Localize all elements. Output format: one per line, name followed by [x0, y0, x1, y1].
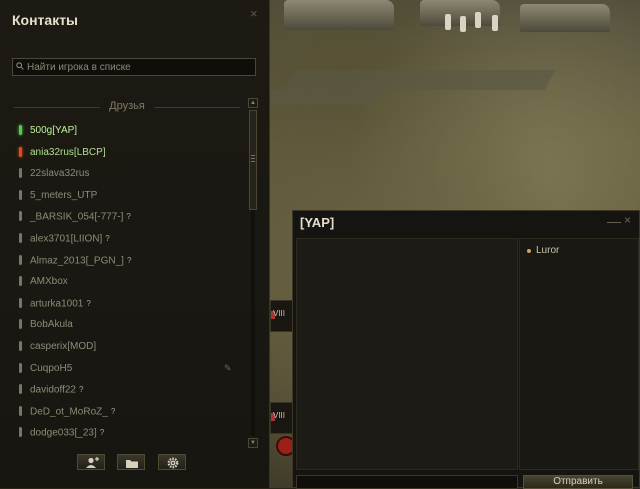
friend-name: 5_meters_UTP	[30, 189, 98, 201]
contacts-title: Контакты	[12, 12, 79, 28]
friend-name: ania32rus[LBCP]	[30, 146, 106, 158]
soldier-figure	[445, 14, 451, 30]
chat-window: [YAP] — × Luror Отправить	[292, 210, 640, 489]
status-indicator-icon	[19, 189, 22, 200]
friend-item[interactable]: dodge033[_23]?	[14, 422, 246, 440]
search-field[interactable]	[12, 58, 256, 76]
friend-name: dodge033[_23]?	[30, 422, 104, 440]
add-contact-icon	[86, 457, 99, 468]
scroll-thumb[interactable]	[249, 110, 257, 210]
pending-request-icon: ?	[110, 406, 116, 416]
friend-item[interactable]: arturka1001?	[14, 293, 246, 315]
status-indicator-icon	[19, 254, 22, 265]
friend-name: Almaz_2013[_PGN_]?	[30, 250, 131, 272]
status-indicator-icon	[19, 168, 22, 179]
soldier-figure	[475, 12, 481, 28]
friend-item[interactable]: CuqpoH5 ✎	[14, 358, 246, 380]
pending-request-icon: ?	[78, 385, 84, 395]
scroll-up-button[interactable]: ▲	[248, 98, 258, 108]
friend-item[interactable]: alex3701[LIION]?	[14, 228, 246, 250]
pending-request-icon: ?	[126, 255, 132, 265]
soldier-figure	[460, 16, 466, 32]
status-indicator-icon	[19, 340, 22, 351]
member-name[interactable]: Luror	[536, 245, 559, 256]
gear-icon	[167, 457, 179, 469]
friend-item[interactable]: AMXbox	[14, 271, 246, 293]
friend-item[interactable]: DeD_ot_MoRoZ_?	[14, 401, 246, 423]
friend-name: arturka1001?	[30, 293, 91, 315]
search-input[interactable]	[27, 60, 253, 74]
friend-name: alex3701[LIION]?	[30, 228, 110, 250]
pending-request-icon: ?	[105, 233, 110, 243]
friend-list: 500g[YAP] ania32rus[LBCP] 22slava32rus 5_me…	[14, 120, 246, 440]
terrain-road	[284, 70, 556, 90]
chat-member-list: Luror	[519, 238, 639, 470]
add-contact-button[interactable]	[77, 454, 105, 470]
pending-request-icon: ?	[99, 428, 105, 438]
status-indicator-icon	[19, 297, 22, 308]
friend-name: _BARSIK_054[-777-]?	[30, 206, 131, 228]
friend-item[interactable]: Almaz_2013[_PGN_]?	[14, 250, 246, 272]
friend-name: BobAkula	[30, 319, 73, 331]
friend-name: davidoff22?	[30, 379, 83, 401]
chat-message-area[interactable]	[296, 238, 518, 470]
close-icon[interactable]: ×	[624, 213, 634, 227]
divider	[154, 107, 240, 108]
friend-item[interactable]: 22slava32rus	[14, 163, 246, 185]
friend-item[interactable]: 500g[YAP]	[14, 120, 246, 142]
chat-input[interactable]	[296, 475, 518, 489]
tank-silhouette	[520, 4, 610, 32]
scroll-down-button[interactable]: ▼	[248, 438, 258, 448]
status-indicator-icon	[19, 211, 22, 222]
status-indicator-icon	[19, 146, 22, 157]
friend-item[interactable]: ania32rus[LBCP]	[14, 142, 246, 164]
member-status-icon	[527, 249, 531, 253]
friends-group-header[interactable]: Друзья	[14, 100, 240, 114]
friend-item[interactable]: BobAkula	[14, 314, 246, 336]
friend-item[interactable]: davidoff22?	[14, 379, 246, 401]
friend-name: AMXbox	[30, 276, 68, 288]
pending-request-icon: ?	[126, 212, 131, 222]
friend-name: casperix[MOD]	[30, 340, 97, 352]
soldier-figure	[492, 15, 498, 31]
chat-title: [YAP]	[300, 215, 335, 230]
status-indicator-icon	[19, 319, 22, 330]
status-indicator-icon	[19, 276, 22, 287]
friend-item[interactable]: _BARSIK_054[-777-]?	[14, 206, 246, 228]
note-icon[interactable]: ✎	[224, 358, 232, 380]
friend-name: CuqpoH5	[30, 362, 73, 374]
status-indicator-icon	[19, 384, 22, 395]
terrain-road	[256, 90, 384, 104]
friend-item[interactable]: 5_meters_UTP	[14, 185, 246, 207]
status-indicator-icon	[19, 125, 22, 135]
status-indicator-icon	[19, 405, 22, 416]
friend-name: 500g[YAP]	[30, 125, 78, 136]
status-indicator-icon	[19, 427, 22, 438]
friend-name: DeD_ot_MoRoZ_?	[30, 401, 115, 423]
folder-icon	[126, 460, 138, 468]
status-indicator-icon	[19, 232, 22, 243]
add-group-button[interactable]	[117, 454, 145, 470]
send-button[interactable]: Отправить	[523, 475, 633, 489]
contacts-panel: Контакты × Друзья 500g[YAP] ania32rus[LBC…	[0, 0, 270, 488]
friend-item[interactable]: casperix[MOD]	[14, 336, 246, 358]
minimize-icon[interactable]: —	[607, 213, 621, 229]
group-label: Друзья	[109, 100, 145, 112]
friend-name: 22slava32rus	[30, 168, 90, 180]
status-indicator-icon	[19, 362, 22, 373]
scrollbar[interactable]: ▲ ▼	[248, 98, 258, 450]
settings-button[interactable]	[158, 454, 186, 470]
pending-request-icon: ?	[86, 298, 91, 308]
close-icon[interactable]: ×	[250, 6, 258, 21]
search-icon	[16, 62, 24, 70]
tank-silhouette	[284, 0, 394, 30]
